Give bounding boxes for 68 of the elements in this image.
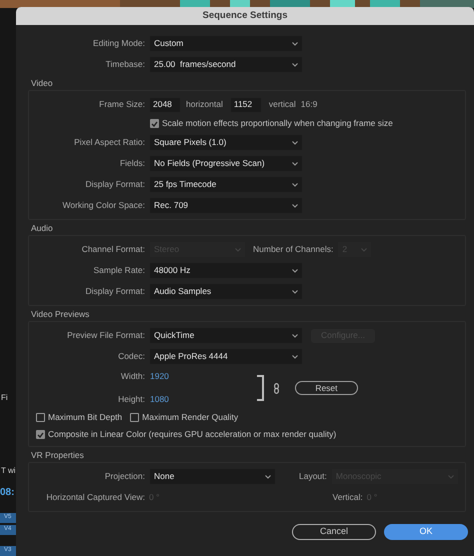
- checkbox-label: Maximum Render Quality: [142, 411, 238, 424]
- field-label: Frame Size:: [98, 98, 145, 111]
- checkbox-label: Maximum Bit Depth: [48, 411, 122, 424]
- field-label: Horizontal Captured View:: [45, 491, 145, 504]
- field-label: Fields:: [118, 157, 145, 170]
- dropdown[interactable]: QuickTime: [150, 328, 302, 343]
- chevron-icon: [292, 334, 298, 338]
- field-label: Editing Mode:: [92, 37, 145, 50]
- reset-button[interactable]: Reset: [294, 381, 358, 395]
- chevron-icon: [292, 290, 298, 294]
- field-label: Vertical:: [332, 491, 363, 504]
- field-label: Projection:: [104, 470, 145, 483]
- chevron-icon: [292, 182, 298, 186]
- unit-label: vertical: [268, 98, 296, 111]
- section-title: Audio: [31, 222, 54, 235]
- chevron-icon: [292, 42, 298, 46]
- field-label: Preview File Format:: [66, 329, 145, 342]
- field-label: Working Color Space:: [61, 199, 145, 212]
- section-title: Video: [31, 77, 54, 90]
- dropdown[interactable]: 48000 Hz: [150, 263, 302, 278]
- value-text[interactable]: 1920: [150, 370, 169, 383]
- panel-fragment-text: 08:: [0, 486, 14, 500]
- checkbox[interactable]: [36, 430, 45, 439]
- field-label: Layout:: [299, 470, 327, 483]
- field-label: Height:: [117, 393, 145, 406]
- dropdown[interactable]: Audio Samples: [150, 284, 302, 299]
- chevron-icon: [292, 204, 298, 208]
- panel-fragment-text: T wi: [1, 465, 16, 477]
- cancel-button[interactable]: Cancel: [292, 524, 376, 540]
- field-label: Display Format:: [84, 285, 145, 298]
- field-label: Channel Format:: [80, 243, 145, 256]
- field-label: Sample Rate:: [92, 264, 145, 277]
- input-field[interactable]: 1152: [230, 98, 261, 112]
- aspect-ratio-text: 16:9: [300, 98, 318, 111]
- dropdown[interactable]: None: [150, 469, 275, 484]
- panel-fragment-text: Fi: [1, 392, 8, 404]
- dropdown[interactable]: Custom: [150, 36, 302, 51]
- field-label: Number of Channels:: [253, 243, 334, 256]
- chevron-icon: [292, 268, 298, 272]
- chevron-icon: [292, 354, 298, 358]
- bracket-icon: [256, 375, 264, 401]
- chevron-icon: [265, 474, 271, 478]
- dropdown[interactable]: Apple ProRes 4444: [150, 349, 302, 364]
- field-label: Display Format:: [84, 178, 145, 191]
- chevron-icon: [292, 140, 298, 144]
- checkbox-label: Scale motion effects proportionally when changing frame size: [162, 117, 393, 130]
- dropdown[interactable]: 25 fps Timecode: [150, 177, 302, 192]
- field-label: Pixel Aspect Ratio:: [73, 136, 145, 149]
- window-title: Sequence Settings: [202, 8, 288, 23]
- field-label: Width:: [120, 370, 145, 383]
- chain-link-icon[interactable]: [274, 382, 279, 394]
- checkbox[interactable]: [150, 119, 159, 128]
- input-field[interactable]: 2048: [150, 98, 180, 112]
- dropdown[interactable]: Square Pixels (1.0): [150, 135, 302, 150]
- value-text[interactable]: 1080: [150, 393, 169, 406]
- section-title: Video Previews: [31, 308, 90, 321]
- checkbox[interactable]: [36, 413, 45, 422]
- chevron-icon: [292, 162, 298, 166]
- field-label: Codec:: [117, 350, 145, 363]
- field-label: Timebase:: [104, 58, 145, 71]
- section-title: VR Properties: [31, 449, 85, 462]
- unit-label: horizontal: [186, 98, 223, 111]
- dropdown[interactable]: 25.00 frames/second: [150, 57, 302, 72]
- checkbox[interactable]: [130, 413, 140, 422]
- checkbox-label: Composite in Linear Color (requires GPU acceleration or max render quality): [48, 428, 336, 441]
- dropdown[interactable]: No Fields (Progressive Scan): [150, 156, 302, 171]
- dropdown[interactable]: Rec. 709: [150, 198, 302, 213]
- chevron-icon: [292, 62, 298, 66]
